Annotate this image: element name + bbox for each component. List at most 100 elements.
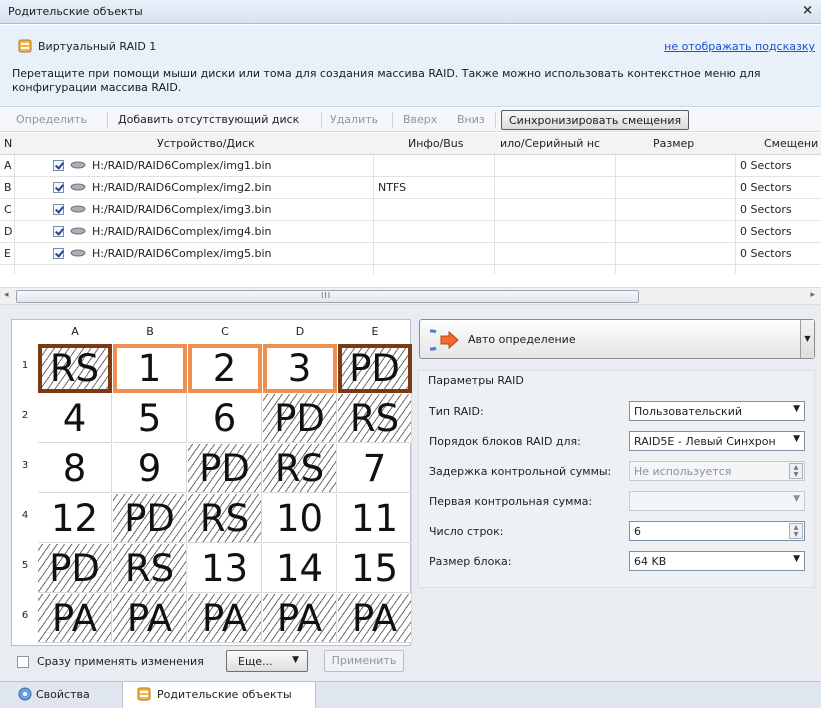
matrix-cell[interactable]: 6 — [188, 394, 262, 443]
delete-button[interactable]: Удалить — [330, 113, 378, 126]
col-size[interactable]: Размер — [653, 137, 694, 150]
col-info[interactable]: Инфо/Bus — [408, 137, 464, 150]
col-serial[interactable]: ило/Серийный нс — [500, 137, 600, 150]
apply-button[interactable]: Применить — [324, 650, 404, 672]
parity-delay-stepper[interactable]: Не используется ▲ ▼ — [629, 461, 805, 481]
row-letter: B — [4, 181, 12, 194]
table-row[interactable]: C H:/RAID/RAID6Complex/img3.bin 0 Sector… — [0, 199, 821, 221]
matrix-cell[interactable]: PA — [188, 594, 262, 643]
disk-grid-header: N Устройство/Диск Инфо/Bus ило/Серийный … — [0, 133, 821, 155]
block-order-label: Порядок блоков RAID для: — [429, 435, 581, 448]
row-checkbox[interactable] — [53, 204, 64, 215]
raid-parameters: Параметры RAID Тип RAID: Пользовательски… — [418, 370, 815, 588]
row-device: H:/RAID/RAID6Complex/img4.bin — [92, 225, 272, 238]
table-row[interactable]: A H:/RAID/RAID6Complex/img1.bin 0 Sector… — [0, 155, 821, 177]
row-checkbox[interactable] — [53, 248, 64, 259]
matrix-cell[interactable]: PA — [113, 594, 187, 643]
matrix-cell[interactable]: PA — [38, 594, 112, 643]
table-row[interactable]: D H:/RAID/RAID6Complex/img4.bin 0 Sector… — [0, 221, 821, 243]
disk-icon — [70, 205, 86, 213]
matrix-cell[interactable]: RS — [38, 344, 112, 393]
matrix-cell[interactable]: PD — [263, 394, 337, 443]
apply-immediately-checkbox[interactable] — [17, 656, 29, 668]
matrix-cell[interactable]: PA — [338, 594, 412, 643]
scroll-left-icon[interactable]: ◂ — [4, 290, 9, 300]
chevron-down-icon[interactable]: ▼ — [800, 320, 814, 358]
matrix-cell[interactable]: RS — [338, 394, 412, 443]
matrix-cell[interactable]: 13 — [188, 544, 262, 593]
scroll-grip-icon: III — [321, 291, 332, 300]
scroll-right-icon[interactable]: ▸ — [810, 290, 815, 300]
matrix-cell[interactable]: 9 — [113, 444, 187, 493]
object-name: Виртуальный RAID 1 — [38, 40, 157, 53]
block-size-select[interactable]: 64 KB ▼ — [629, 551, 805, 571]
matrix-cell[interactable]: RS — [263, 444, 337, 493]
matrix-row-num: 5 — [21, 560, 29, 571]
panel-title: Родительские объекты — [8, 5, 143, 18]
table-row[interactable]: E H:/RAID/RAID6Complex/img5.bin 0 Sector… — [0, 243, 821, 265]
add-missing-disk-button[interactable]: Добавить отсутствующий диск — [118, 113, 299, 126]
detect-button[interactable]: Определить — [16, 113, 87, 126]
parity-delay-label: Задержка контрольной суммы: — [429, 465, 612, 478]
matrix-cell[interactable]: PD — [338, 344, 412, 393]
table-row[interactable]: B H:/RAID/RAID6Complex/img2.bin NTFS 0 S… — [0, 177, 821, 199]
auto-detect-button[interactable]: Авто определение ▼ — [419, 319, 815, 359]
scrollbar-thumb[interactable]: III — [16, 290, 639, 303]
matrix-cell[interactable]: 2 — [188, 344, 262, 393]
tab-properties[interactable]: Свойства — [8, 682, 114, 708]
raid-type-select[interactable]: Пользовательский ▼ — [629, 401, 805, 421]
matrix-row-num: 1 — [21, 360, 29, 371]
matrix-row-num: 2 — [21, 410, 29, 421]
matrix-col-d: D — [295, 325, 305, 338]
col-n[interactable]: N — [4, 137, 12, 150]
matrix-cell[interactable]: RS — [113, 544, 187, 593]
matrix-cell[interactable]: 10 — [263, 494, 337, 543]
matrix-col-e: E — [371, 325, 379, 338]
matrix-cell[interactable]: 14 — [263, 544, 337, 593]
disk-icon — [70, 227, 86, 235]
row-count-stepper[interactable]: 6 ▲ ▼ — [629, 521, 805, 541]
horizontal-scrollbar[interactable]: ◂ III ▸ — [0, 287, 821, 305]
matrix-cell[interactable]: RS — [188, 494, 262, 543]
apply-immediately-label: Сразу применять изменения — [37, 655, 204, 668]
matrix-cell[interactable]: 11 — [338, 494, 412, 543]
matrix-cell[interactable]: 15 — [338, 544, 412, 593]
matrix-cell[interactable]: PA — [263, 594, 337, 643]
block-order-select[interactable]: RAID5E - Левый Синхрон ▼ — [629, 431, 805, 451]
matrix-cell[interactable]: PD — [38, 544, 112, 593]
matrix-cell[interactable]: 7 — [338, 444, 412, 493]
tab-parent-objects[interactable]: Родительские объекты — [122, 682, 316, 708]
more-button[interactable]: Еще... ▼ — [226, 650, 308, 672]
row-offset: 0 Sectors — [740, 181, 792, 194]
auto-detect-icon — [430, 329, 459, 351]
down-button[interactable]: Вниз — [457, 113, 485, 126]
toolbar: Определить Добавить отсутствующий диск У… — [0, 108, 821, 132]
row-device: H:/RAID/RAID6Complex/img1.bin — [92, 159, 272, 172]
block-size-label: Размер блока: — [429, 555, 512, 568]
row-checkbox[interactable] — [53, 182, 64, 193]
row-checkbox[interactable] — [53, 226, 64, 237]
bottom-tabs: Свойства Родительские объекты — [0, 681, 821, 708]
close-icon[interactable]: × — [802, 3, 813, 18]
matrix-cell[interactable]: 1 — [113, 344, 187, 393]
col-offset[interactable]: Смещени — [764, 137, 818, 150]
row-offset: 0 Sectors — [740, 225, 792, 238]
up-button[interactable]: Вверх — [403, 113, 437, 126]
row-device: H:/RAID/RAID6Complex/img3.bin — [92, 203, 272, 216]
row-checkbox[interactable] — [53, 160, 64, 171]
first-parity-select[interactable]: ▼ — [629, 491, 805, 511]
col-device[interactable]: Устройство/Диск — [157, 137, 255, 150]
matrix-cell[interactable]: 5 — [113, 394, 187, 443]
matrix-cell[interactable]: PD — [113, 494, 187, 543]
hide-hint-link[interactable]: не отображать подсказку — [664, 40, 815, 53]
matrix-cell[interactable]: 12 — [38, 494, 112, 543]
panel-titlebar: Родительские объекты × — [0, 0, 821, 24]
matrix-cell[interactable]: 3 — [263, 344, 337, 393]
matrix-cell[interactable]: 8 — [38, 444, 112, 493]
auto-detect-label: Авто определение — [468, 333, 576, 346]
row-count-label: Число строк: — [429, 525, 504, 538]
matrix-cell[interactable]: 4 — [38, 394, 112, 443]
disk-icon — [70, 161, 86, 169]
sync-offsets-button[interactable]: Синхронизировать смещения — [501, 110, 690, 130]
matrix-cell[interactable]: PD — [188, 444, 262, 493]
